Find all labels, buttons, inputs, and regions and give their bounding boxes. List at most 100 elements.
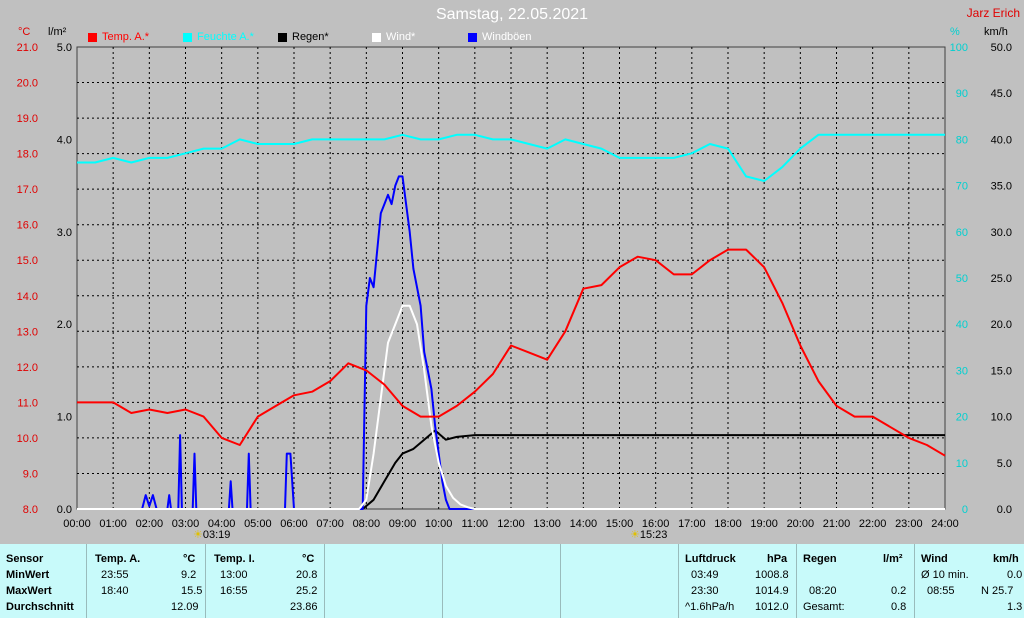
- x-tick-label: 22:00: [859, 518, 887, 530]
- rain-max-val: 0.2: [891, 585, 907, 597]
- stats-col-pressure: Luftdruck hPa 03:49 1008.8 23:30 1014.9 …: [678, 544, 797, 618]
- wind-tick-label: 10.0: [991, 412, 1012, 424]
- rain-head: Regen: [803, 553, 837, 565]
- wind-head: Wind: [921, 553, 948, 565]
- pressure-min-time: 03:49: [691, 569, 719, 581]
- author-label: Jarz Erich: [966, 6, 1020, 20]
- legend-item-rain: Regen*: [278, 31, 329, 43]
- x-tick-label: 13:00: [533, 518, 561, 530]
- legend-swatch: [278, 32, 287, 42]
- legend-item-gusts: Windböen: [468, 31, 532, 43]
- rain-total: 0.8: [891, 601, 907, 613]
- rain-tick-label: 1.0: [57, 412, 72, 424]
- x-tick-label: 19:00: [750, 518, 778, 530]
- temp-a-max-time: 18:40: [101, 585, 129, 597]
- x-tick-label: 07:00: [316, 518, 344, 530]
- x-tick-label: 24:00: [931, 518, 959, 530]
- x-tick-label: 02:00: [136, 518, 164, 530]
- x-tick-label: 09:00: [389, 518, 417, 530]
- humidity-tick-label: 70: [956, 181, 968, 193]
- x-tick-label: 05:00: [244, 518, 272, 530]
- temp-i-max-time: 16:55: [220, 585, 248, 597]
- humidity-tick-label: 90: [956, 88, 968, 100]
- temp-i-avg: 23.86: [290, 601, 318, 613]
- row-label-max: MaxWert: [6, 585, 52, 597]
- legend-item-wind: Wind*: [372, 31, 415, 43]
- x-tick-label: 06:00: [280, 518, 308, 530]
- stats-col-empty-2: [442, 544, 561, 618]
- temp-tick-label: 12.0: [17, 362, 38, 374]
- temp-tick-label: 17.0: [17, 184, 38, 196]
- pressure-unit: hPa: [767, 553, 788, 565]
- wind-avg-label: Ø 10 min.: [921, 569, 969, 581]
- wind-max-time: 08:55: [927, 585, 955, 597]
- temp-tick-label: 14.0: [17, 291, 38, 303]
- row-label-min: MinWert: [6, 569, 50, 581]
- sunrise-icon: ☀: [193, 529, 203, 541]
- rain-tick-label: 2.0: [57, 319, 72, 331]
- temp-tick-label: 9.0: [23, 468, 38, 480]
- rain-tick-label: 4.0: [57, 134, 72, 146]
- wind-last: 1.3: [1007, 601, 1023, 613]
- temp-a-head: Temp. A.: [95, 553, 141, 565]
- humidity-tick-label: 40: [956, 319, 968, 331]
- sunset-marker: ☀15:23: [630, 528, 667, 541]
- x-tick-label: 18:00: [714, 518, 742, 530]
- x-tick-label: 11:00: [461, 518, 488, 530]
- row-label-avg: Durchschnitt: [6, 601, 74, 613]
- sunset-icon: ☀: [630, 529, 640, 541]
- x-tick-label: 12:00: [497, 518, 525, 530]
- wind-tick-label: 20.0: [991, 319, 1012, 331]
- x-tick-label: 14:00: [570, 518, 598, 530]
- temp-tick-label: 21.0: [17, 42, 38, 54]
- legend-label: Windböen: [482, 31, 532, 43]
- x-tick-label: 23:00: [895, 518, 923, 530]
- legend-label: Regen*: [292, 31, 329, 43]
- temp-tick-label: 18.0: [17, 149, 38, 161]
- humidity-tick-label: 80: [956, 134, 968, 146]
- stats-col-temp-i: Temp. I. °C 13:00 20.8 16:55 25.2 23.86: [205, 544, 324, 618]
- legend-label: Temp. A.*: [102, 31, 150, 43]
- rain-total-label: Gesamt:: [803, 601, 845, 613]
- humidity-tick-label: 60: [956, 227, 968, 239]
- temp-a-max-val: 15.5: [181, 585, 203, 597]
- humidity-tick-label: 50: [956, 273, 968, 285]
- stats-col-empty-1: [324, 544, 443, 618]
- temp-a-avg: 12.09: [171, 601, 199, 613]
- temp-a-unit: °C: [183, 553, 196, 565]
- humidity-tick-label: 100: [950, 42, 968, 54]
- legend-swatch: [468, 32, 477, 42]
- rain-unit: l/m²: [883, 553, 903, 565]
- wind-tick-label: 5.0: [997, 458, 1012, 470]
- temp-tick-label: 16.0: [17, 220, 38, 232]
- rain-tick-label: 0.0: [57, 504, 72, 516]
- wind-tick-label: 50.0: [991, 42, 1012, 54]
- sunset-time: 15:23: [639, 529, 668, 541]
- rain-tick-label: 5.0: [57, 42, 72, 54]
- legend-label: Feuchte A.*: [197, 31, 254, 43]
- x-tick-label: 20:00: [787, 518, 815, 530]
- rain-unit-label: l/m²: [48, 26, 67, 38]
- sunrise-marker: ☀03:19: [193, 528, 230, 541]
- weather-chart: 00:00 01:00 02:00 03:00 04:00 05:00 06:00 07:00…: [17, 42, 1012, 530]
- humidity-tick-label: 20: [956, 412, 968, 424]
- temp-tick-label: 20.0: [17, 78, 38, 90]
- legend-swatch: [88, 32, 97, 42]
- humidity-unit-label: %: [950, 26, 960, 38]
- legend-item-humidity: Feuchte A.*: [183, 31, 254, 43]
- sensor-head: Sensor: [6, 553, 44, 565]
- temp-i-head: Temp. I.: [214, 553, 255, 565]
- temp-tick-label: 19.0: [17, 113, 38, 125]
- wind-unit-label: km/h: [984, 26, 1008, 38]
- temp-i-max-val: 25.2: [296, 585, 318, 597]
- legend-label: Wind*: [386, 31, 416, 43]
- wind-tick-label: 30.0: [991, 227, 1012, 239]
- wind-unit: km/h: [993, 553, 1019, 565]
- stats-col-temp-a: Temp. A. °C 23:55 9.2 18:40 15.5 12.09: [86, 544, 205, 618]
- humidity-tick-label: 10: [956, 458, 968, 470]
- x-tick-label: 00:00: [63, 518, 91, 530]
- temp-tick-label: 13.0: [17, 326, 38, 338]
- wind-tick-label: 40.0: [991, 134, 1012, 146]
- pressure-trend: ^1.6hPa/h: [685, 601, 735, 613]
- temp-tick-label: 15.0: [17, 255, 38, 267]
